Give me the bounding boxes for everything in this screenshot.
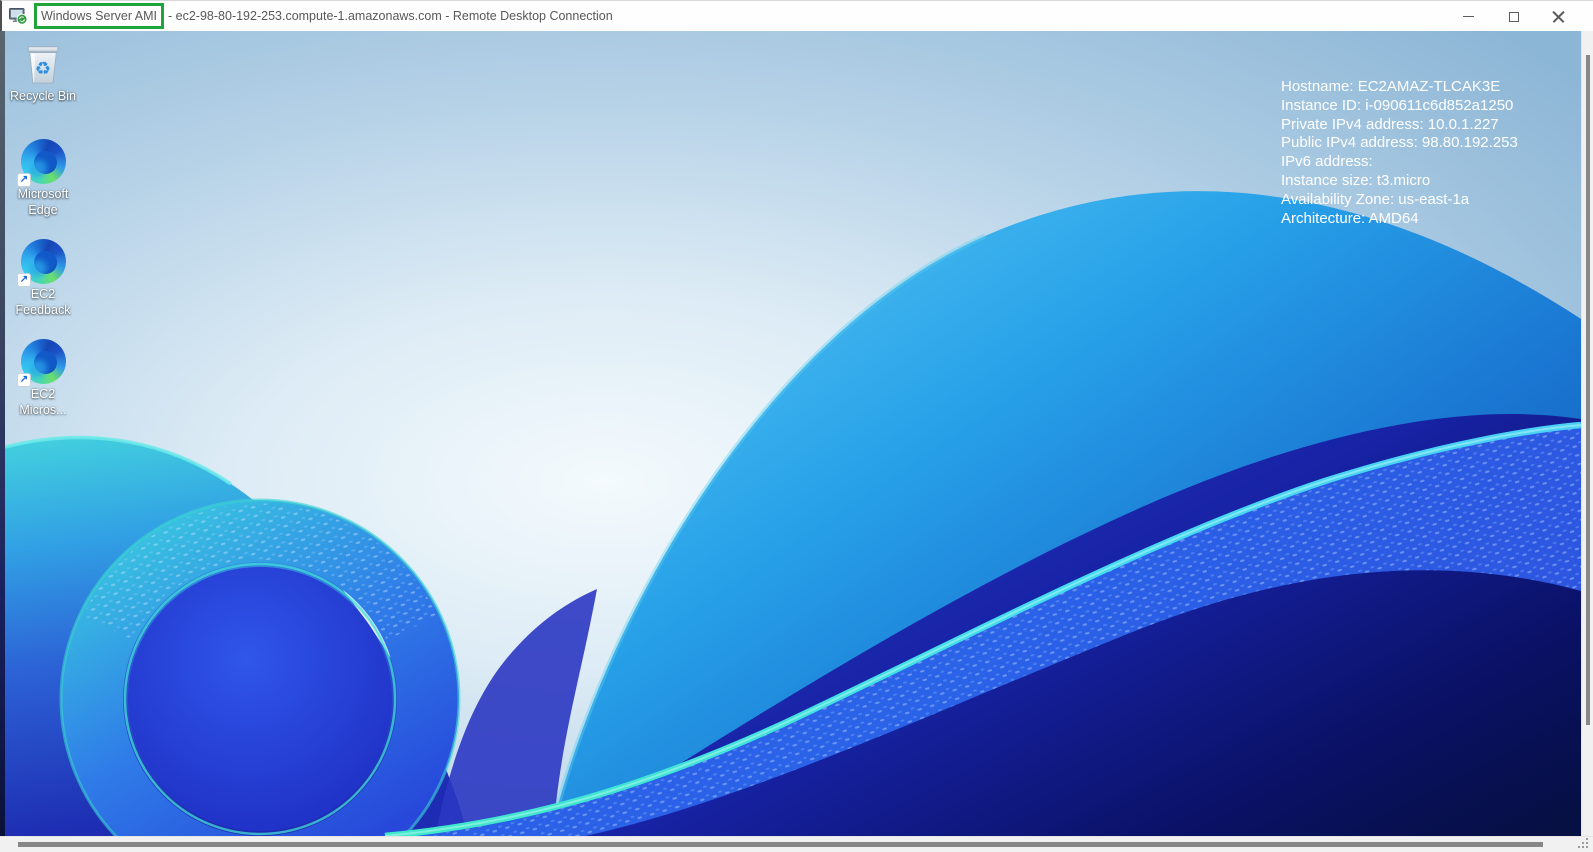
title-annotation-box: Windows Server AMI: [34, 3, 164, 29]
info-availability-zone: Availability Zone: us-east-1a: [1281, 191, 1518, 210]
info-public-ipv4: Public IPv4 address: 98.80.192.253: [1281, 134, 1518, 153]
close-button[interactable]: [1536, 1, 1581, 32]
horizontal-scrollbar[interactable]: [0, 836, 1593, 852]
icon-label: EC2 Feedback: [16, 287, 71, 318]
desktop-icon-ec2-microsoft[interactable]: ↗ EC2 Micros...: [6, 337, 80, 418]
horizontal-scrollbar-thumb[interactable]: [18, 842, 1543, 847]
remote-desktop-window: Windows Server AMI - ec2-98-80-192-253.c…: [0, 0, 1593, 852]
vertical-scrollbar[interactable]: [1581, 31, 1593, 836]
info-ipv6: IPv6 address:: [1281, 153, 1518, 172]
info-hostname: Hostname: EC2AMAZ-TLCAK3E: [1281, 78, 1518, 97]
maximize-icon: [1509, 12, 1519, 22]
instance-info-block: Hostname: EC2AMAZ-TLCAK3E Instance ID: i…: [1281, 78, 1518, 228]
vertical-scrollbar-thumb[interactable]: [1586, 55, 1590, 725]
resize-grip[interactable]: [1577, 836, 1590, 849]
info-private-ipv4: Private IPv4 address: 10.0.1.227: [1281, 116, 1518, 135]
window-title-highlighted: Windows Server AMI: [41, 9, 157, 23]
icon-label: Recycle Bin: [10, 89, 76, 105]
info-architecture: Architecture: AMD64: [1281, 210, 1518, 229]
desktop-icon-recycle-bin[interactable]: ♻ Recycle Bin: [6, 39, 80, 105]
shortcut-arrow-icon: ↗: [17, 373, 31, 387]
icon-label: EC2 Micros...: [19, 387, 66, 418]
maximize-button[interactable]: [1491, 1, 1536, 32]
shortcut-arrow-icon: ↗: [17, 273, 31, 287]
desktop-icon-microsoft-edge[interactable]: ↗ Microsoft Edge: [6, 137, 80, 218]
desktop-icon-ec2-feedback[interactable]: ↗ EC2 Feedback: [6, 237, 80, 318]
shortcut-arrow-icon: ↗: [17, 173, 31, 187]
remote-desktop-viewport: ♻ Recycle Bin ↗ Microsoft Edge ↗ EC2 Fee…: [0, 31, 1581, 836]
minimize-button[interactable]: [1446, 1, 1491, 32]
window-title: - ec2-98-80-192-253.compute-1.amazonaws.…: [168, 9, 613, 23]
window-controls: [1446, 1, 1581, 32]
info-instance-size: Instance size: t3.micro: [1281, 172, 1518, 191]
remote-desktop-icon: [9, 8, 28, 25]
recycle-bin-icon: ♻: [19, 39, 67, 87]
edge-icon: ↗: [19, 137, 67, 185]
edge-icon: ↗: [19, 337, 67, 385]
desktop-left-edge-shade: [0, 31, 5, 836]
titlebar[interactable]: Windows Server AMI - ec2-98-80-192-253.c…: [0, 0, 1593, 31]
close-icon: [1552, 10, 1565, 23]
edge-icon: ↗: [19, 237, 67, 285]
svg-text:♻: ♻: [35, 58, 51, 79]
icon-label: Microsoft Edge: [18, 187, 69, 218]
info-instance-id: Instance ID: i-090611c6d852a1250: [1281, 97, 1518, 116]
minimize-icon: [1463, 16, 1474, 17]
